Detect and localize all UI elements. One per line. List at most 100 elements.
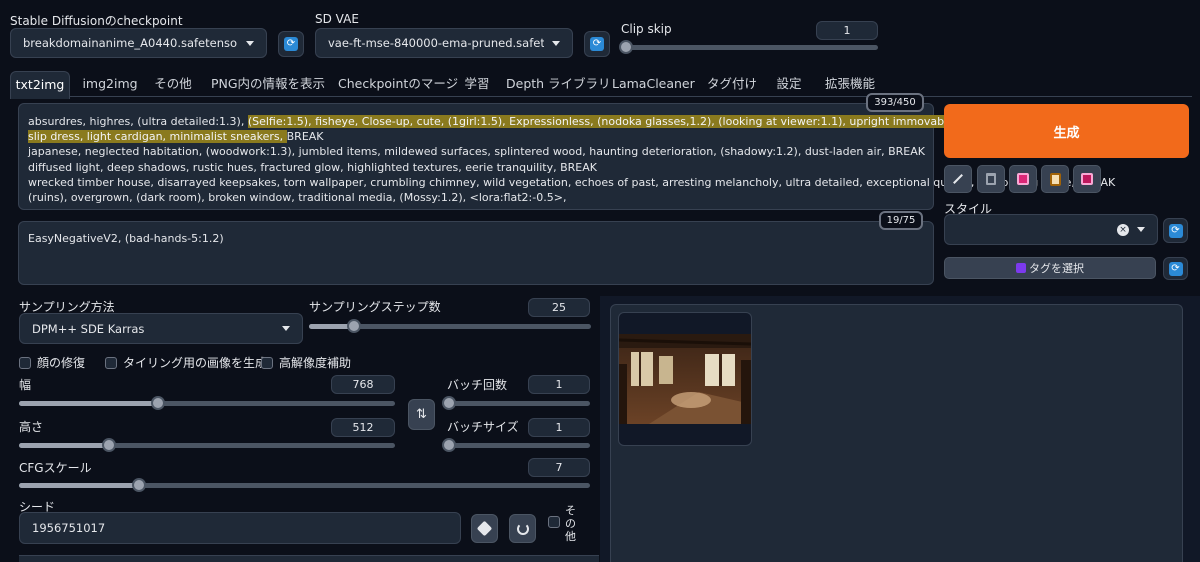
refresh-icon: ⟳ bbox=[1168, 223, 1183, 238]
tab-tagging[interactable]: タグ付け bbox=[704, 71, 760, 97]
height-input[interactable]: 512 bbox=[331, 418, 395, 437]
slider-fill bbox=[19, 401, 158, 406]
generated-image[interactable] bbox=[619, 334, 751, 424]
batch-count-input[interactable]: 1 bbox=[528, 375, 590, 394]
tab-png-info[interactable]: PNG内の情報を表示 bbox=[208, 71, 328, 97]
clip-skip-slider-thumb[interactable] bbox=[619, 40, 633, 54]
vae-value: vae-ft-mse-840000-ema-pruned.safetensors bbox=[328, 36, 544, 50]
prompt-token-counter: 393/450 bbox=[866, 93, 924, 112]
slider-fill bbox=[19, 483, 139, 488]
picture-icon[interactable] bbox=[1009, 165, 1037, 193]
seed-value: 1956751017 bbox=[32, 521, 106, 535]
cfg-scale-slider[interactable] bbox=[19, 478, 590, 492]
swap-dimensions-button[interactable]: ⇅ bbox=[408, 399, 435, 430]
tab-txt2img[interactable]: txt2img bbox=[10, 71, 70, 99]
sampling-steps-slider[interactable] bbox=[309, 319, 591, 333]
height-slider[interactable] bbox=[19, 438, 395, 452]
tag-select-label: タグを選択 bbox=[1029, 262, 1084, 275]
extra-seed-label: その他 bbox=[565, 504, 576, 543]
cfg-scale-input[interactable]: 7 bbox=[528, 458, 590, 477]
checkpoint-value: breakdomainanime_A0440.safetensors [1870… bbox=[23, 36, 238, 50]
main-tabs: txt2img img2img その他 PNG内の情報を表示 Checkpoin… bbox=[10, 71, 1192, 99]
negative-prompt-textarea[interactable]: EasyNegativeV2, (bad-hands-5:1.2) bbox=[18, 221, 934, 285]
extra-seed-checkbox[interactable] bbox=[548, 516, 560, 528]
checkbox-label: 高解像度補助 bbox=[279, 356, 352, 370]
prompt-selection: (Selfie:1.5), fisheye, Close-up, cute, (… bbox=[247, 115, 998, 128]
slider-fill bbox=[19, 443, 109, 448]
prompt-line: BREAK bbox=[286, 130, 324, 144]
seed-input[interactable]: 1956751017 bbox=[19, 512, 461, 544]
checkpoint-refresh-button[interactable]: ⟳ bbox=[278, 31, 304, 57]
batch-size-slider[interactable] bbox=[442, 438, 590, 452]
swap-icon: ⇅ bbox=[416, 407, 427, 422]
tab-img2img[interactable]: img2img bbox=[80, 71, 140, 97]
save-icon[interactable] bbox=[1073, 165, 1101, 193]
clear-icon[interactable]: × bbox=[1117, 223, 1129, 236]
tiling-checkbox[interactable]: タイリング用の画像を生成 bbox=[105, 354, 267, 371]
slider-thumb[interactable] bbox=[442, 396, 456, 410]
tab-depth-library[interactable]: Depth ライブラリ bbox=[506, 71, 611, 97]
checkbox-label: 顔の修復 bbox=[37, 356, 86, 370]
checkbox-box[interactable] bbox=[105, 356, 117, 369]
generate-button[interactable]: 生成 bbox=[944, 104, 1189, 158]
checkbox-label: タイリング用の画像を生成 bbox=[123, 356, 268, 370]
clipboard-icon[interactable] bbox=[1041, 165, 1069, 193]
tag-icon bbox=[1016, 263, 1026, 273]
slider-thumb[interactable] bbox=[442, 438, 456, 452]
cfg-scale-label: CFGスケール bbox=[19, 461, 92, 475]
accordion-edge bbox=[19, 555, 599, 562]
dice-icon bbox=[476, 520, 493, 537]
trash-icon[interactable] bbox=[977, 165, 1005, 193]
checkpoint-dropdown[interactable]: breakdomainanime_A0440.safetensors [1870… bbox=[10, 28, 267, 58]
vae-dropdown[interactable]: vae-ft-mse-840000-ema-pruned.safetensors bbox=[315, 28, 573, 58]
style-refresh-button[interactable]: ⟳ bbox=[1163, 218, 1188, 243]
tab-checkpoint-merge[interactable]: Checkpointのマージ bbox=[338, 71, 458, 97]
height-label: 高さ bbox=[19, 420, 44, 434]
slider-thumb[interactable] bbox=[347, 319, 361, 333]
width-input[interactable]: 768 bbox=[331, 375, 395, 394]
prompt-selection: slip dress, light cardigan, minimalist s… bbox=[28, 130, 287, 144]
refresh-icon: ⟳ bbox=[284, 37, 298, 51]
slider-thumb[interactable] bbox=[151, 396, 165, 410]
random-seed-button[interactable] bbox=[471, 514, 498, 543]
checkbox-box[interactable] bbox=[19, 356, 31, 369]
style-dropdown[interactable]: × bbox=[944, 214, 1158, 245]
chevron-down-icon bbox=[552, 40, 560, 46]
paint-brush-icon[interactable] bbox=[944, 165, 972, 193]
clip-skip-label: Clip skip bbox=[621, 22, 672, 36]
hires-fix-checkbox[interactable]: 高解像度補助 bbox=[261, 354, 351, 371]
batch-size-input[interactable]: 1 bbox=[528, 418, 590, 437]
refresh-icon: ⟳ bbox=[590, 37, 604, 51]
clip-skip-slider[interactable] bbox=[619, 40, 878, 54]
slider-thumb[interactable] bbox=[102, 438, 116, 452]
vae-label: SD VAE bbox=[315, 12, 359, 26]
checkbox-box[interactable] bbox=[261, 356, 273, 369]
checkbox-box[interactable] bbox=[548, 516, 560, 528]
width-slider[interactable] bbox=[19, 396, 395, 410]
prompt-line: absurdres, highres, (ultra detailed:1.3)… bbox=[28, 115, 248, 128]
tab-lama-cleaner[interactable]: LamaCleaner bbox=[612, 71, 695, 97]
width-label: 幅 bbox=[19, 378, 32, 392]
face-restore-checkbox[interactable]: 顔の修復 bbox=[19, 354, 85, 371]
negative-token-counter: 19/75 bbox=[879, 211, 923, 230]
batch-count-slider[interactable] bbox=[442, 396, 590, 410]
clip-skip-input[interactable]: 1 bbox=[816, 21, 878, 40]
tab-other[interactable]: その他 bbox=[150, 71, 196, 97]
tag-select-button[interactable]: タグを選択 bbox=[944, 257, 1156, 279]
slider-thumb[interactable] bbox=[132, 478, 146, 492]
reuse-seed-button[interactable] bbox=[509, 514, 536, 543]
batch-size-label: バッチサイズ bbox=[447, 420, 519, 434]
sampling-method-dropdown[interactable]: DPM++ SDE Karras bbox=[19, 313, 303, 344]
negative-prompt-text: EasyNegativeV2, (bad-hands-5:1.2) bbox=[28, 232, 224, 245]
refresh-icon: ⟳ bbox=[1168, 261, 1183, 276]
vae-refresh-button[interactable]: ⟳ bbox=[584, 31, 610, 57]
sampling-steps-input[interactable]: 25 bbox=[528, 298, 590, 317]
recycle-icon bbox=[516, 522, 529, 535]
chevron-down-icon bbox=[282, 326, 290, 331]
tab-settings[interactable]: 設定 bbox=[772, 71, 806, 97]
chevron-down-icon bbox=[246, 40, 254, 46]
tab-train[interactable]: 学習 bbox=[460, 71, 494, 97]
prompt-textarea[interactable]: absurdres, highres, (ultra detailed:1.3)… bbox=[18, 103, 1115, 210]
gallery-thumbnail[interactable] bbox=[618, 312, 752, 446]
tag-refresh-button[interactable]: ⟳ bbox=[1163, 257, 1188, 280]
